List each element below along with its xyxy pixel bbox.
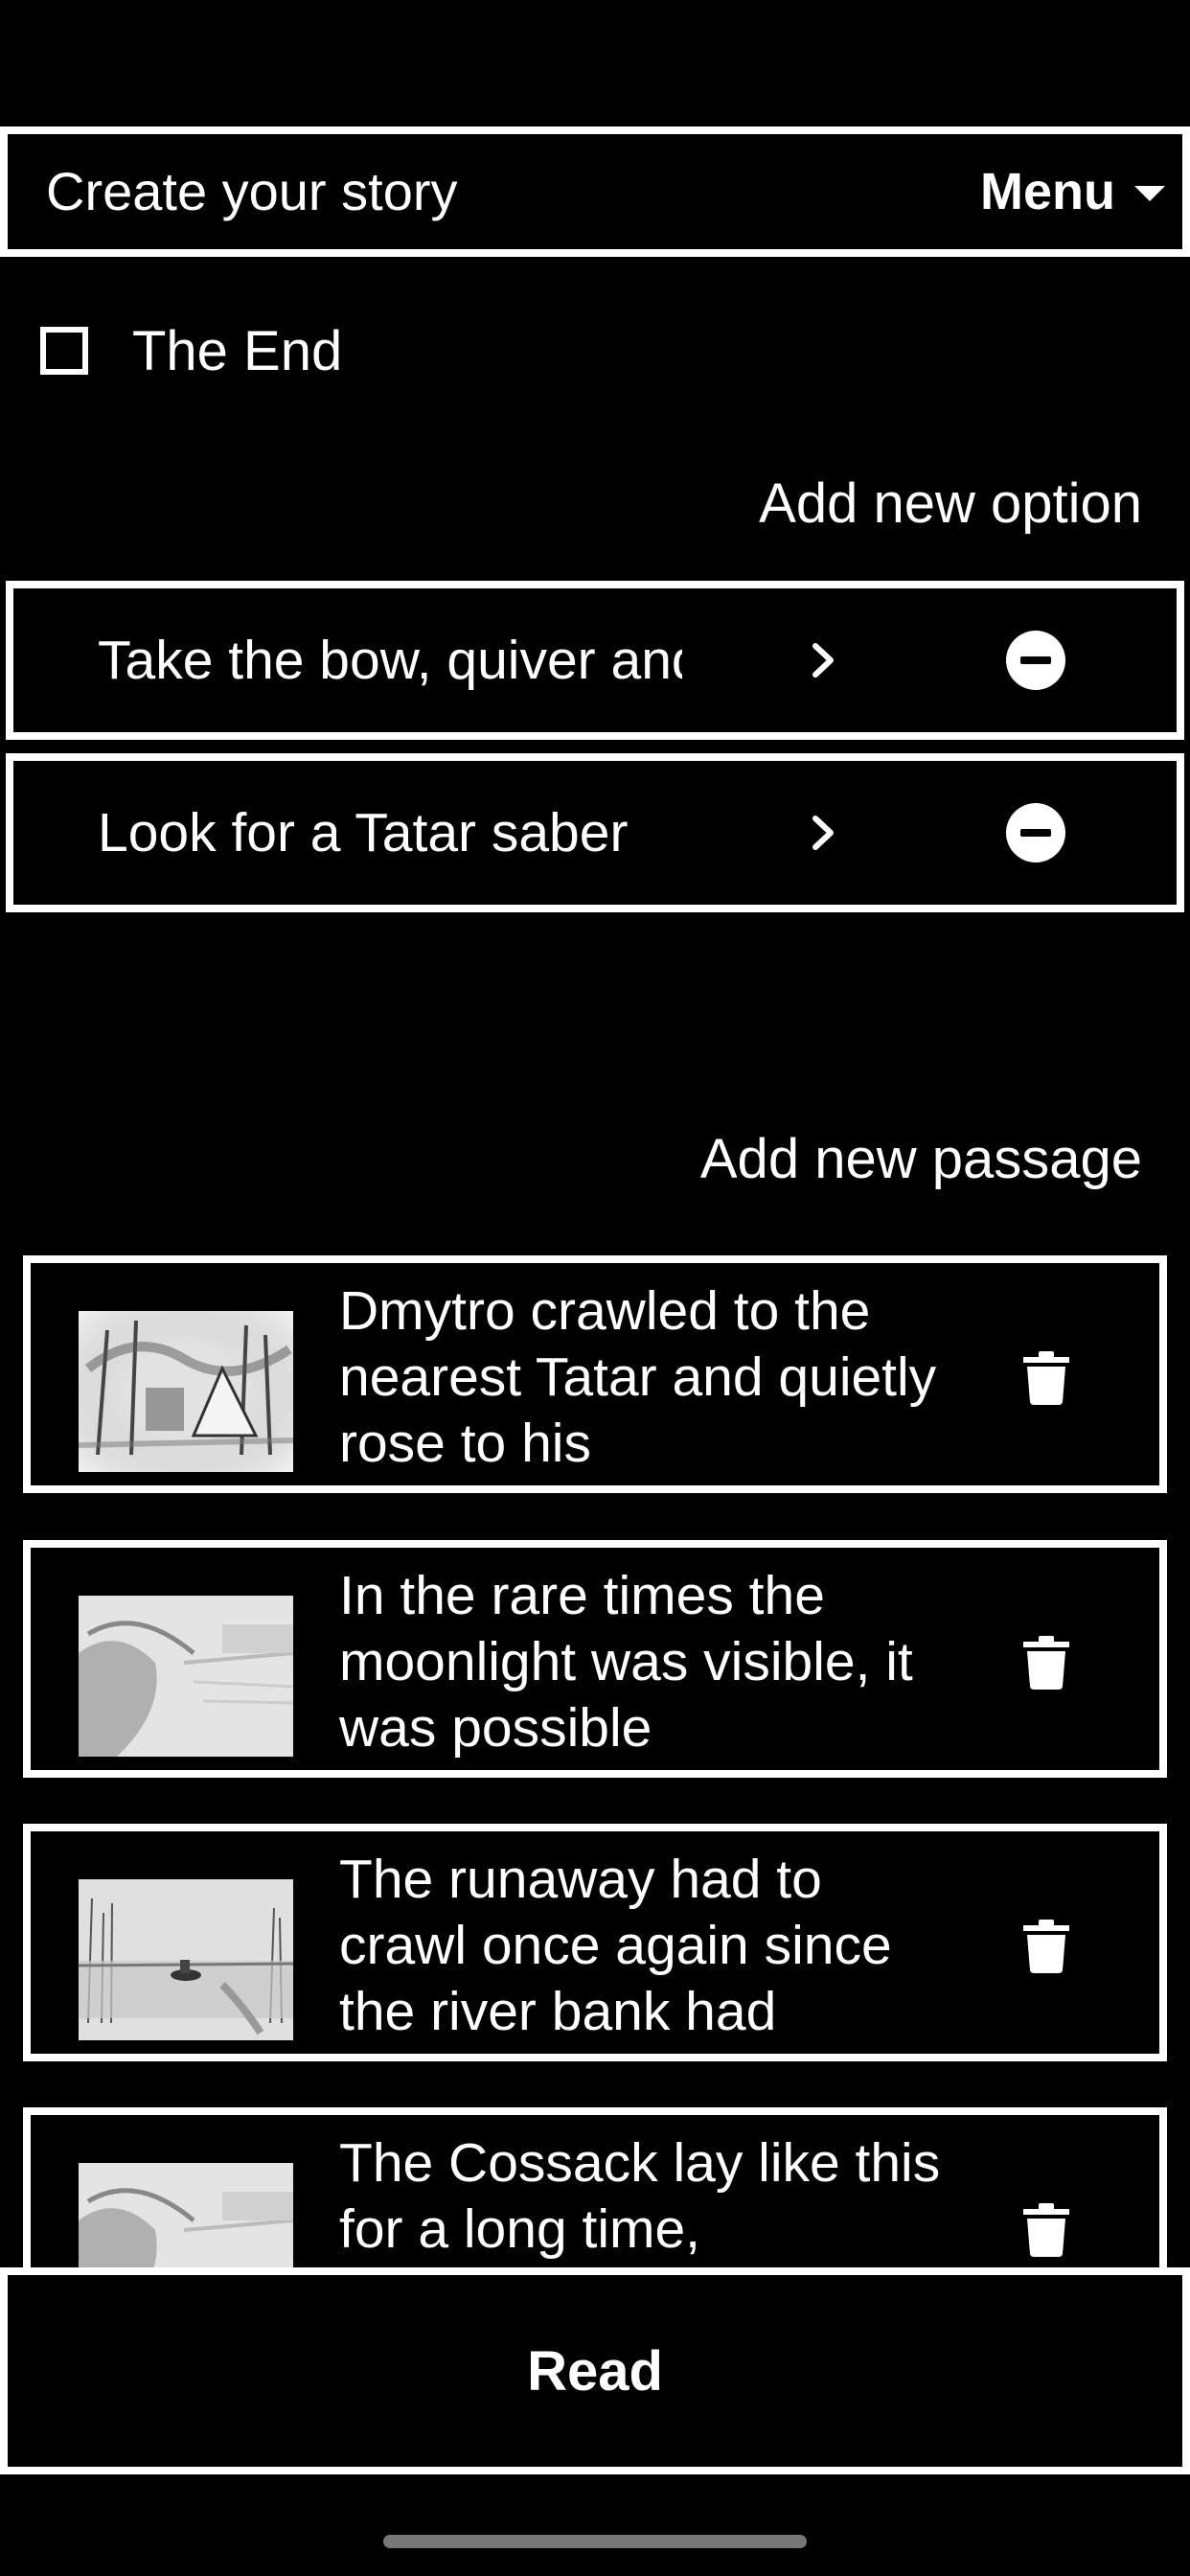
add-new-passage-button[interactable]: Add new passage bbox=[700, 1127, 1142, 1191]
option-row[interactable]: Take the bow, quiver and arrows bbox=[6, 581, 1184, 740]
trash-icon[interactable] bbox=[1023, 2203, 1069, 2257]
passage-thumbnail bbox=[79, 1879, 293, 2040]
trash-icon[interactable] bbox=[1023, 1351, 1069, 1405]
passage-card[interactable]: The runaway had to crawl once again sinc… bbox=[23, 1824, 1167, 2061]
option-row[interactable]: Look for a Tatar saber bbox=[6, 753, 1184, 912]
remove-option-icon[interactable] bbox=[1006, 803, 1065, 862]
trash-icon[interactable] bbox=[1023, 1920, 1069, 1973]
passage-thumbnail bbox=[79, 1596, 293, 1757]
read-button[interactable]: Read bbox=[0, 2267, 1190, 2474]
passage-card[interactable]: Dmytro crawled to the nearest Tatar and … bbox=[23, 1255, 1167, 1493]
remove-option-icon[interactable] bbox=[1006, 631, 1065, 690]
add-new-option-button[interactable]: Add new option bbox=[759, 472, 1142, 536]
option-text[interactable]: Look for a Tatar saber bbox=[98, 761, 682, 905]
passage-text: The runaway had to crawl once again sinc… bbox=[339, 1849, 892, 2042]
chevron-right-icon[interactable] bbox=[801, 811, 845, 855]
the-end-checkbox[interactable] bbox=[40, 327, 88, 375]
home-indicator[interactable] bbox=[383, 2535, 807, 2548]
header-bar: Create your story Menu bbox=[0, 126, 1190, 257]
passage-text: Dmytro crawled to the nearest Tatar and … bbox=[339, 1280, 937, 1474]
menu-button[interactable]: Menu bbox=[980, 134, 1165, 249]
trash-icon[interactable] bbox=[1023, 1636, 1069, 1690]
page-title: Create your story bbox=[46, 161, 458, 221]
caret-down-icon bbox=[1134, 186, 1165, 201]
chevron-right-icon[interactable] bbox=[801, 638, 845, 682]
passage-text: In the rare times the moonlight was visi… bbox=[339, 1565, 913, 1759]
menu-label: Menu bbox=[980, 163, 1115, 220]
passage-card[interactable]: In the rare times the moonlight was visi… bbox=[23, 1540, 1167, 1778]
the-end-label: The End bbox=[132, 319, 343, 382]
passage-thumbnail bbox=[79, 1311, 293, 1472]
read-label: Read bbox=[527, 2339, 663, 2403]
the-end-toggle[interactable]: The End bbox=[40, 319, 343, 382]
option-text[interactable]: Take the bow, quiver and arrows bbox=[98, 588, 682, 732]
